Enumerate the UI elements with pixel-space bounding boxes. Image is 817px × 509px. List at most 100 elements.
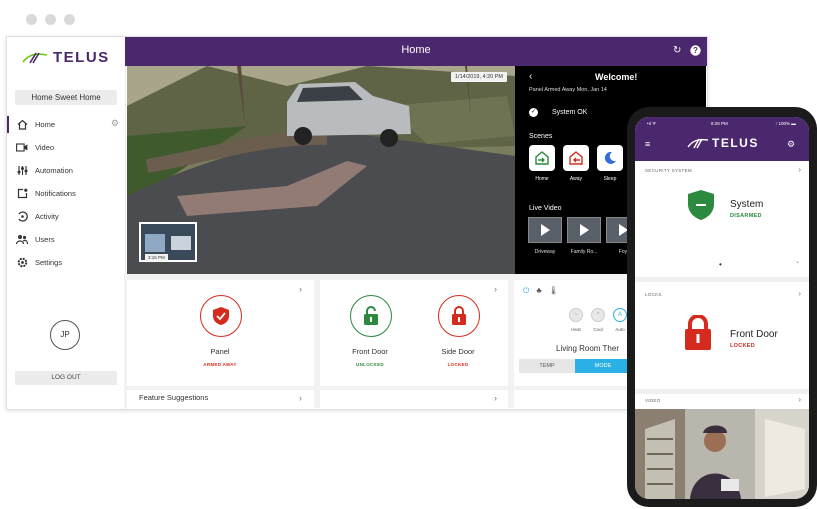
front-door-status: UNLOCKED <box>356 362 384 367</box>
panel-status: ARMED AWAY <box>203 362 237 367</box>
scene-away-button[interactable]: Away <box>563 145 589 182</box>
automation-icon <box>15 164 29 178</box>
sidebar-item-label: Automation <box>35 166 73 175</box>
sidebar-item-label: Home <box>35 120 56 129</box>
locked-padlock-icon[interactable] <box>438 295 480 337</box>
check-circle-icon: ✓ <box>529 108 538 117</box>
chevron-right-icon[interactable]: › <box>494 284 497 294</box>
telus-logo-icon <box>22 52 48 63</box>
scene-sleep-button[interactable]: Sleep <box>597 145 623 182</box>
mode-label: Cool <box>593 327 603 332</box>
locks-card[interactable]: › Front Door UNLOCKED Side Door LOCKED <box>320 280 508 386</box>
sidebar: TELUS Home Sweet Home Home ⚙ Video Autom… <box>7 37 126 409</box>
sidebar-item-settings[interactable]: Settings <box>7 251 125 274</box>
tab-mode[interactable]: MODE <box>575 359 631 373</box>
chevron-right-icon[interactable]: › <box>798 289 801 298</box>
sidebar-item-home[interactable]: Home ⚙ <box>7 113 125 136</box>
system-status-text: System OK <box>552 109 588 116</box>
panel-label: Panel <box>210 347 230 356</box>
window-minimize-dot[interactable] <box>45 14 56 25</box>
green-shield-icon[interactable] <box>687 189 715 226</box>
telus-logo-text: TELUS <box>53 49 110 66</box>
red-padlock-icon[interactable] <box>684 314 712 356</box>
live-video-driveway[interactable]: Driveway <box>528 217 562 255</box>
user-avatar[interactable]: JP <box>50 320 80 350</box>
logout-button[interactable]: LOG OUT <box>15 371 117 385</box>
hamburger-menu-icon[interactable]: ≡ <box>645 139 650 149</box>
bottom-card[interactable]: › <box>320 390 508 408</box>
pip-timestamp: 3:16 PM <box>145 254 168 261</box>
chevron-right-icon[interactable]: › <box>299 284 302 294</box>
mobile-phone: •ıl ᯤ 8:28 PM ↑ 100% ▬ ≡ TELUS ⚙ SECURIT… <box>627 107 817 507</box>
mode-label: Auto <box>615 327 625 332</box>
mode-cool-button[interactable]: * Cool <box>590 308 606 332</box>
window-close-dot[interactable] <box>26 14 37 25</box>
sidebar-item-automation[interactable]: Automation <box>7 159 125 182</box>
window-maximize-dot[interactable] <box>64 14 75 25</box>
sidebar-item-notifications[interactable]: Notifications <box>7 182 125 205</box>
notifications-icon <box>15 187 29 201</box>
driveway-camera-feed[interactable]: 1/14/2019, 4:20 PM 3:16 PM <box>127 66 515 274</box>
home-settings-gear-icon[interactable]: ⚙ <box>111 118 119 129</box>
phone-screen: •ıl ᯤ 8:28 PM ↑ 100% ▬ ≡ TELUS ⚙ SECURIT… <box>635 117 809 499</box>
security-section-label: SECURITY SYSTEM <box>645 168 692 173</box>
chevron-right-icon[interactable]: › <box>798 165 801 174</box>
power-icon[interactable]: ⏻ <box>523 286 529 296</box>
camera-timestamp: 1/14/2019, 4:20 PM <box>450 72 507 82</box>
scenes-title: Scenes <box>529 133 553 140</box>
home-arrow-icon <box>529 145 555 171</box>
scene-label: Sleep <box>603 176 617 182</box>
chevron-right-icon[interactable]: › <box>798 395 801 404</box>
signal-icon: •ıl ᯤ <box>647 121 657 126</box>
thermometer-icon[interactable]: 🌡︎ <box>549 286 559 296</box>
chevron-right-icon[interactable]: › <box>299 393 302 403</box>
thermostat-name: Living Room Ther <box>556 344 619 353</box>
back-chevron-icon[interactable]: ‹ <box>529 71 532 82</box>
activity-icon <box>15 210 29 224</box>
sidebar-item-label: Activity <box>35 212 59 221</box>
sidebar-item-video[interactable]: Video <box>7 136 125 159</box>
scene-home-button[interactable]: Home <box>529 145 555 182</box>
live-video-list: Driveway Family Ro... Foy <box>528 217 640 255</box>
phone-logo-text: TELUS <box>712 136 759 150</box>
page-indicator-dot: • <box>719 260 722 269</box>
thermostat-icons: ⏻ ♣ 🌡︎ <box>523 286 559 296</box>
sidebar-item-activity[interactable]: Activity <box>7 205 125 228</box>
fan-icon[interactable]: ♣ <box>536 286 541 296</box>
moon-icon <box>597 145 623 171</box>
telus-logo[interactable]: TELUS <box>21 49 110 66</box>
sidebar-nav: Home ⚙ Video Automation Notifications Ac… <box>7 113 125 274</box>
window-controls <box>26 14 75 25</box>
battery-icon: ↑ 100% ▬ <box>775 121 796 126</box>
chevron-right-icon[interactable]: › <box>494 393 497 403</box>
settings-icon <box>15 256 29 270</box>
front-door-video-feed[interactable] <box>635 409 809 499</box>
live-video-label: Family Ro... <box>570 249 598 255</box>
live-video-label: Driveway <box>534 249 556 255</box>
scenes-list: Home Away Sleep <box>529 145 623 182</box>
phone-time: 8:28 PM <box>711 121 728 126</box>
delivery-person-video-image <box>635 409 809 499</box>
panel-status-subtitle: Panel Armed Away Mon, Jan 14 <box>529 87 607 93</box>
unlocked-padlock-icon[interactable] <box>350 295 392 337</box>
tab-temp[interactable]: TEMP <box>519 359 575 373</box>
thermostat-modes: ~ Heat * Cool A Auto <box>568 308 628 332</box>
help-icon[interactable]: ? <box>690 45 701 59</box>
sidebar-item-users[interactable]: Users <box>7 228 125 251</box>
mode-heat-button[interactable]: ~ Heat <box>568 308 584 332</box>
live-video-title: Live Video <box>529 205 562 212</box>
live-video-family-room[interactable]: Family Ro... <box>567 217 601 255</box>
sidebar-item-label: Video <box>35 143 55 152</box>
auto-icon: A <box>613 308 627 322</box>
home-selector[interactable]: Home Sweet Home <box>15 90 117 105</box>
users-icon <box>15 233 29 247</box>
panel-card[interactable]: › Panel ARMED AWAY <box>127 280 314 386</box>
front-door-label: Front Door <box>352 347 388 356</box>
refresh-icon[interactable]: ↻ <box>673 45 681 56</box>
mode-auto-button[interactable]: A Auto <box>612 308 628 332</box>
lock-state: LOCKED <box>730 343 756 349</box>
chevron-down-icon[interactable]: ⌄ <box>795 258 800 265</box>
lock-title: Front Door <box>730 329 778 340</box>
settings-icon[interactable]: ⚙ <box>787 139 795 150</box>
thermostat-tabs: TEMP MODE <box>519 359 631 373</box>
